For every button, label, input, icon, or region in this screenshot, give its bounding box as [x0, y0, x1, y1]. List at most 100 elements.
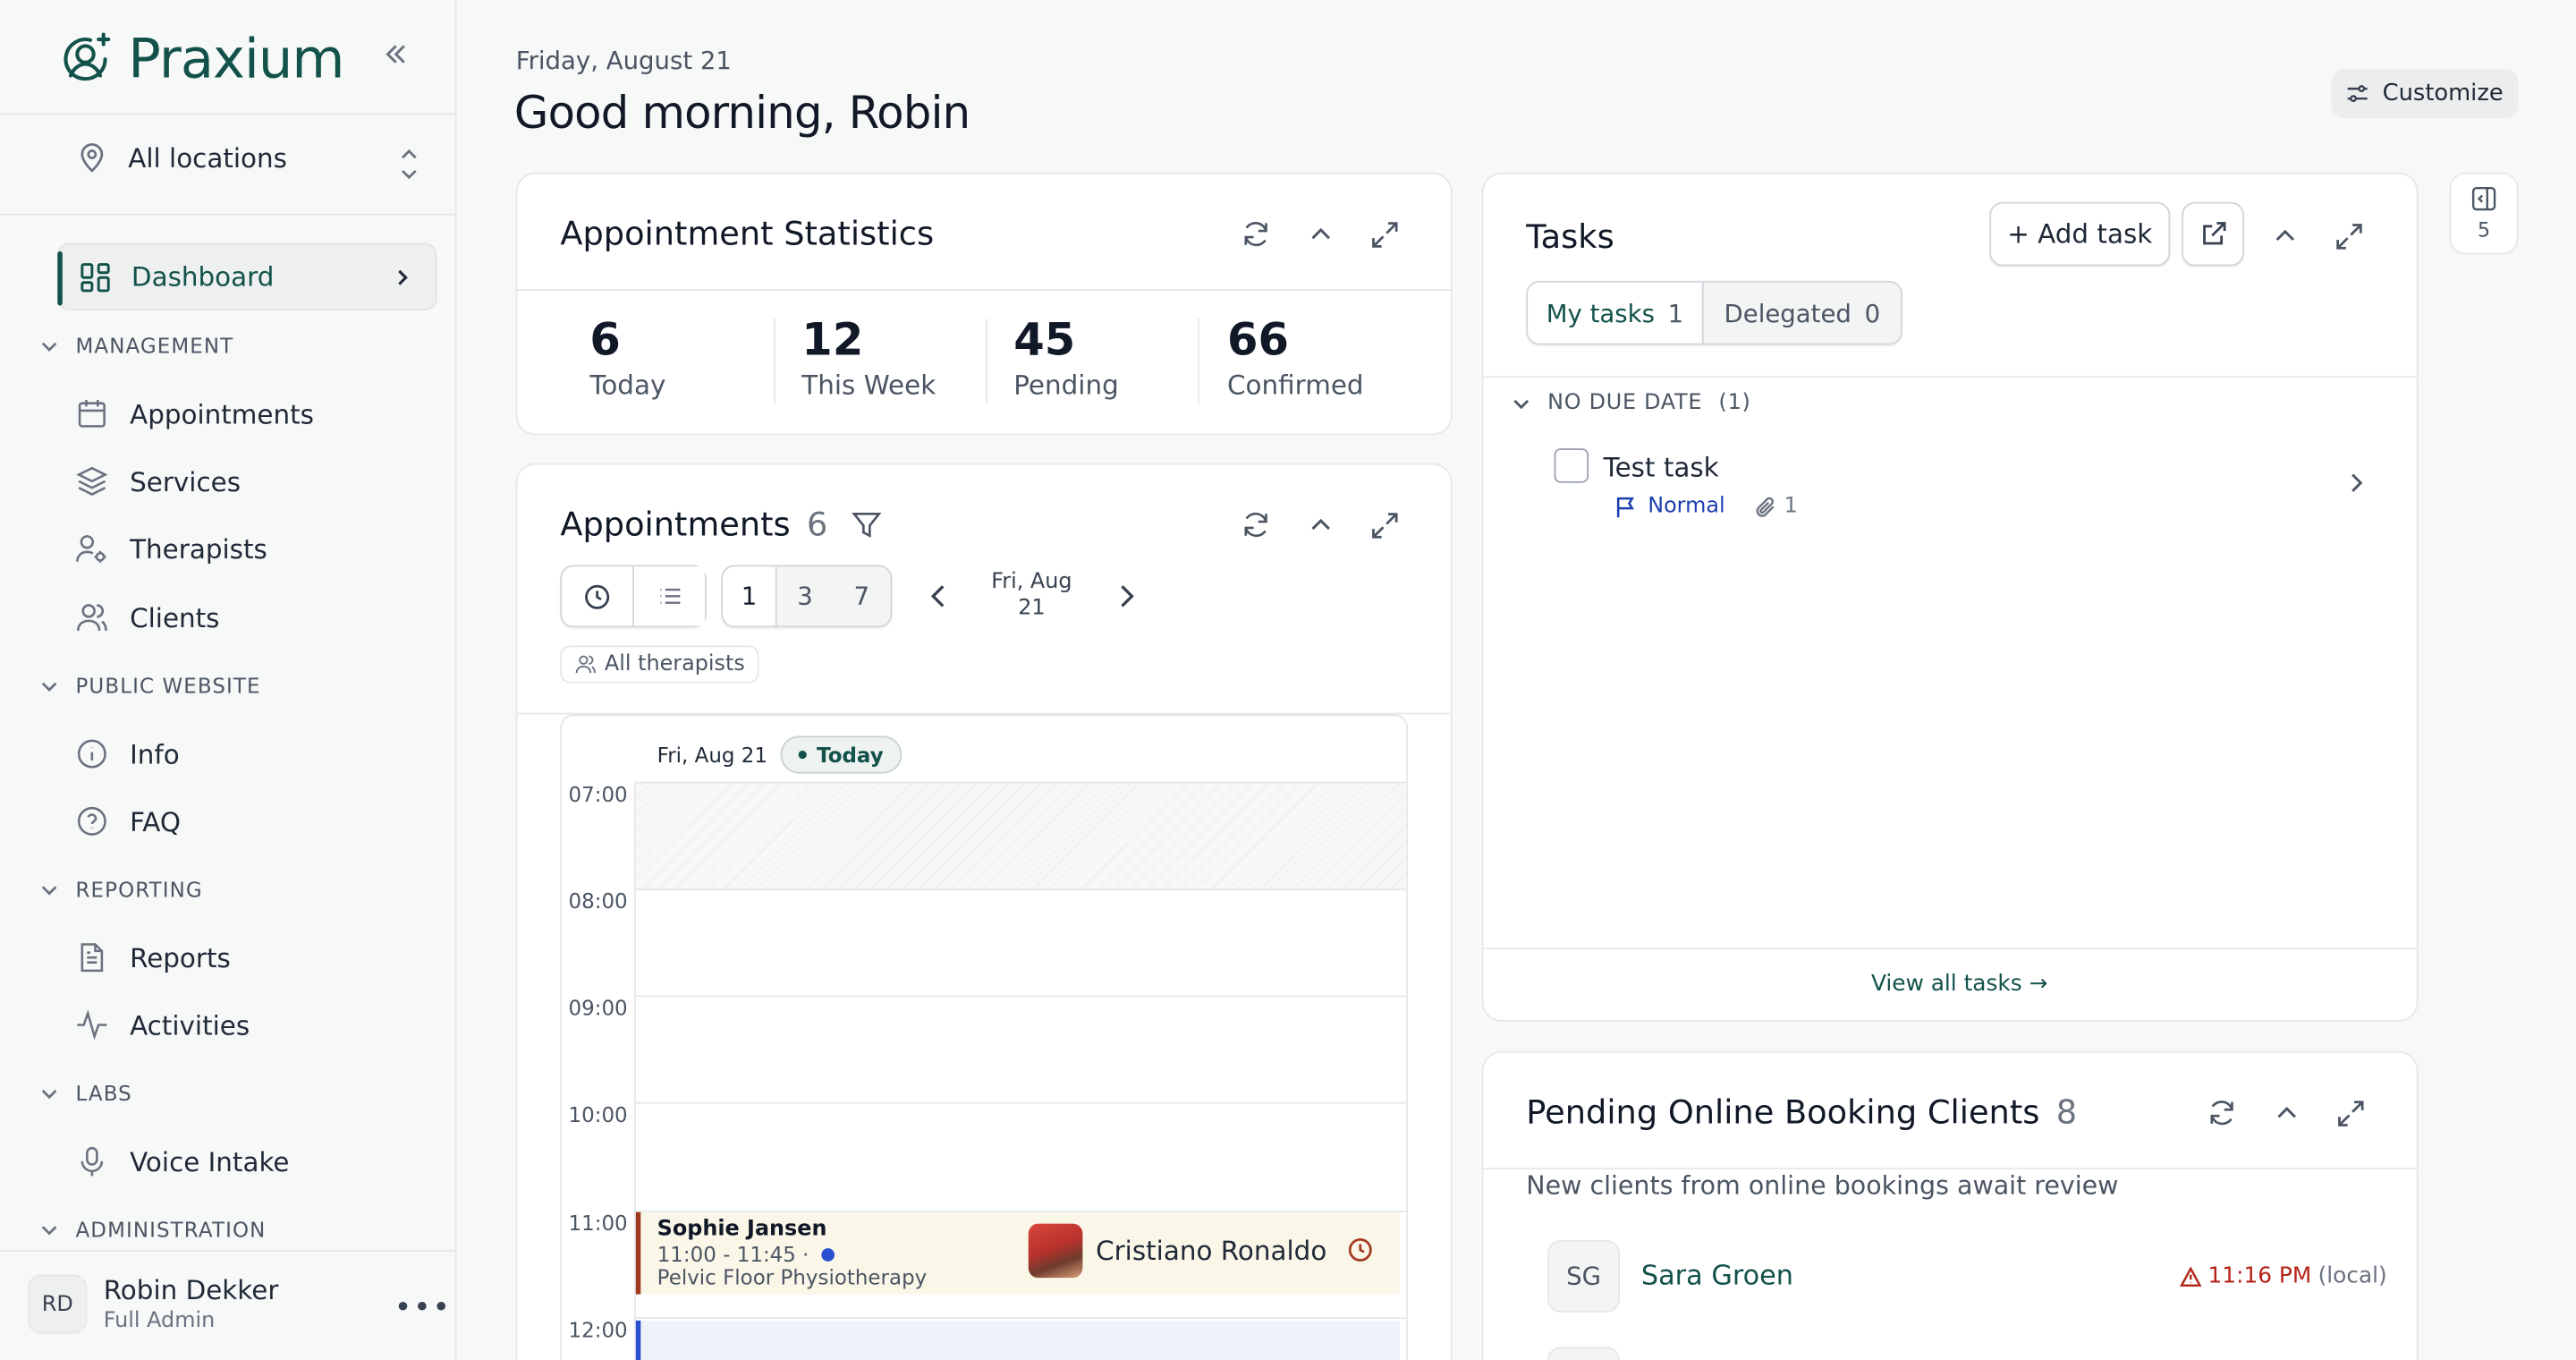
- chevron-up-icon[interactable]: [1303, 507, 1338, 542]
- divider: [986, 319, 987, 404]
- task-group-header[interactable]: NO DUE DATE (1): [1512, 390, 1751, 416]
- section-management[interactable]: MANAGEMENT: [39, 333, 234, 359]
- date-line-1: Fri, Aug: [991, 569, 1072, 595]
- tab-delegated[interactable]: Delegated 0: [1701, 282, 1902, 344]
- section-administration[interactable]: ADMINISTRATION: [39, 1217, 266, 1242]
- chevron-up-down-icon: [402, 149, 417, 180]
- sidebar-item-clients[interactable]: Clients: [75, 601, 219, 634]
- pending-client-name[interactable]: Sara Groen: [1641, 1260, 1793, 1291]
- sidebar-item-dashboard[interactable]: Dashboard: [57, 242, 437, 310]
- chevron-up-icon[interactable]: [2267, 218, 2302, 253]
- chevron-down-icon: [41, 1225, 57, 1235]
- sidebar-item-label: Voice Intake: [130, 1145, 290, 1177]
- event-time: 11:00 - 11:45 ·: [657, 1242, 835, 1266]
- add-task-button[interactable]: + Add task: [1989, 201, 2171, 267]
- divider: [0, 213, 457, 216]
- previous-day-button[interactable]: [928, 583, 952, 616]
- card-title: Appointment Statistics: [560, 213, 935, 253]
- location-selector[interactable]: All locations: [75, 141, 420, 180]
- brand-logo[interactable]: Praxium: [55, 26, 344, 90]
- side-panel-toggle[interactable]: 5: [2449, 172, 2519, 255]
- section-public-website[interactable]: PUBLIC WEBSITE: [39, 673, 261, 699]
- range-1-day-button[interactable]: 1: [723, 566, 777, 626]
- sidebar-item-therapists[interactable]: Therapists: [75, 532, 267, 565]
- refresh-icon[interactable]: [1239, 507, 1274, 542]
- sidebar-item-voice-intake[interactable]: Voice Intake: [75, 1144, 290, 1177]
- expand-icon[interactable]: [1367, 507, 1402, 542]
- sidebar-item-reports[interactable]: Reports: [75, 941, 231, 974]
- timeline-view-button[interactable]: [562, 566, 634, 626]
- sidebar-item-label: Clients: [130, 601, 220, 633]
- sidebar-item-label: Dashboard: [131, 260, 275, 293]
- sidebar-item-info[interactable]: Info: [75, 737, 180, 770]
- event-therapist: Cristiano Ronaldo: [1028, 1223, 1326, 1279]
- task-title[interactable]: Test task: [1604, 452, 1719, 483]
- sidebar-item-activities[interactable]: Activities: [75, 1008, 250, 1041]
- next-day-button[interactable]: [1114, 583, 1137, 616]
- user-cog-icon: [76, 535, 106, 563]
- hour-label: 09:00: [568, 995, 628, 1020]
- divider: [1483, 1168, 2417, 1170]
- divider: [1197, 319, 1199, 404]
- range-3-day-button[interactable]: 3: [776, 566, 834, 626]
- grid-line: [633, 995, 1407, 998]
- list-view-button[interactable]: [633, 566, 705, 626]
- chevrons-left-icon: [386, 45, 405, 64]
- avatar: RD: [28, 1274, 88, 1334]
- attachment-count: 1: [1784, 494, 1798, 520]
- divider: [0, 1249, 457, 1252]
- hour-label: 07:00: [568, 781, 628, 807]
- expand-icon[interactable]: [2331, 218, 2366, 253]
- user-profile[interactable]: RD Robin Dekker Full Admin: [28, 1274, 278, 1334]
- map-pin-icon: [80, 143, 104, 173]
- activity-icon: [77, 1009, 107, 1041]
- hour-label: 12:00: [568, 1317, 628, 1342]
- today-badge[interactable]: Today: [780, 735, 902, 774]
- info-icon: [77, 739, 106, 769]
- section-label: MANAGEMENT: [75, 333, 234, 359]
- tab-my-tasks[interactable]: My tasks 1: [1528, 282, 1702, 344]
- divider: [0, 113, 457, 115]
- appointment-event[interactable]: Sophie Jansen 11:00 - 11:45 · Pelvic Flo…: [635, 1211, 1400, 1295]
- refresh-icon[interactable]: [2205, 1095, 2240, 1130]
- customize-button[interactable]: Customize: [2331, 69, 2519, 119]
- pending-clock-icon: [1347, 1237, 1373, 1270]
- therapist-filter-chip[interactable]: All therapists: [560, 645, 760, 684]
- open-tasks-external-button[interactable]: [2182, 201, 2244, 267]
- open-task-chevron-icon[interactable]: [2346, 470, 2366, 501]
- more-options-icon[interactable]: •••: [394, 1291, 452, 1326]
- section-labs[interactable]: LABS: [39, 1081, 132, 1105]
- group-count: (1): [1718, 390, 1751, 416]
- unavailable-slot: [635, 783, 1407, 889]
- section-reporting[interactable]: REPORTING: [39, 877, 203, 902]
- expand-icon[interactable]: [2333, 1095, 2368, 1130]
- stat-label: This Week: [801, 370, 936, 401]
- refresh-icon[interactable]: [1239, 217, 1274, 251]
- stat-value: 66: [1227, 315, 1290, 367]
- sidebar-item-appointments[interactable]: Appointments: [75, 397, 314, 430]
- section-label: PUBLIC WEBSITE: [75, 673, 261, 699]
- range-7-day-button[interactable]: 7: [833, 566, 891, 626]
- location-label: All locations: [128, 141, 287, 174]
- event-client-name: Sophie Jansen: [657, 1217, 827, 1242]
- sidebar-item-services[interactable]: Services: [75, 465, 241, 498]
- section-label: ADMINISTRATION: [75, 1217, 267, 1242]
- stat-this-week: 12 This Week: [801, 315, 936, 400]
- brand-name: Praxium: [128, 26, 344, 90]
- expand-icon[interactable]: [1367, 217, 1402, 251]
- chevron-up-icon[interactable]: [2268, 1095, 2303, 1130]
- stat-label: Confirmed: [1227, 370, 1364, 401]
- day-calendar: Fri, Aug 21 Today 07:00 08:00 09:00 10:0…: [560, 714, 1409, 1360]
- appointment-event[interactable]: [635, 1320, 1400, 1360]
- collapse-sidebar-button[interactable]: [381, 39, 417, 75]
- task-checkbox[interactable]: [1554, 448, 1589, 483]
- filter-icon[interactable]: [851, 508, 882, 540]
- view-all-tasks-link[interactable]: View all tasks →: [1871, 971, 2047, 997]
- users-icon: [76, 604, 107, 632]
- tab-count: 1: [1667, 298, 1684, 328]
- local-time-zone: (local): [2318, 1262, 2387, 1290]
- sidebar-item-label: Services: [130, 465, 242, 497]
- chevron-up-icon[interactable]: [1303, 217, 1338, 251]
- sidebar-item-faq[interactable]: FAQ: [75, 804, 181, 837]
- pending-title: Pending Online Booking Clients: [1526, 1092, 2040, 1132]
